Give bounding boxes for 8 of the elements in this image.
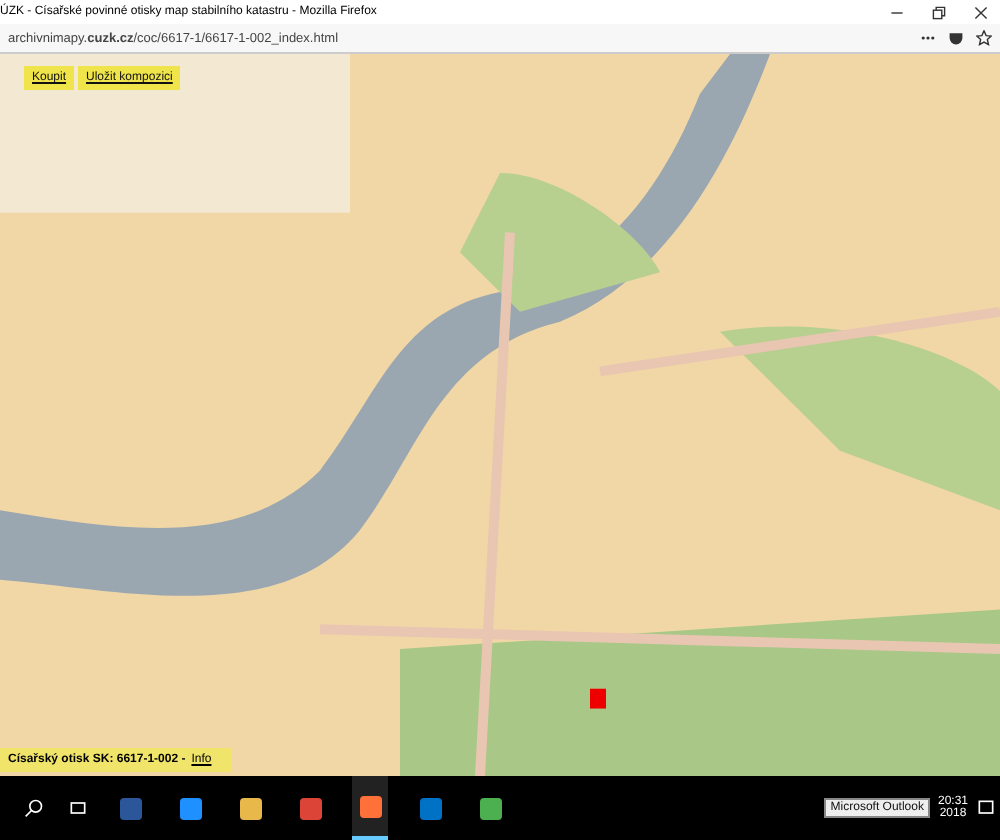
pocket-icon[interactable] bbox=[948, 30, 964, 46]
task-view-icon[interactable] bbox=[68, 798, 88, 818]
taskbar-app-icon[interactable] bbox=[352, 776, 388, 840]
notification-icon[interactable] bbox=[976, 798, 996, 818]
restore-icon[interactable] bbox=[932, 5, 946, 19]
bookmark-star-icon[interactable] bbox=[976, 30, 992, 46]
close-icon[interactable] bbox=[974, 5, 988, 19]
search-icon[interactable] bbox=[24, 798, 44, 818]
